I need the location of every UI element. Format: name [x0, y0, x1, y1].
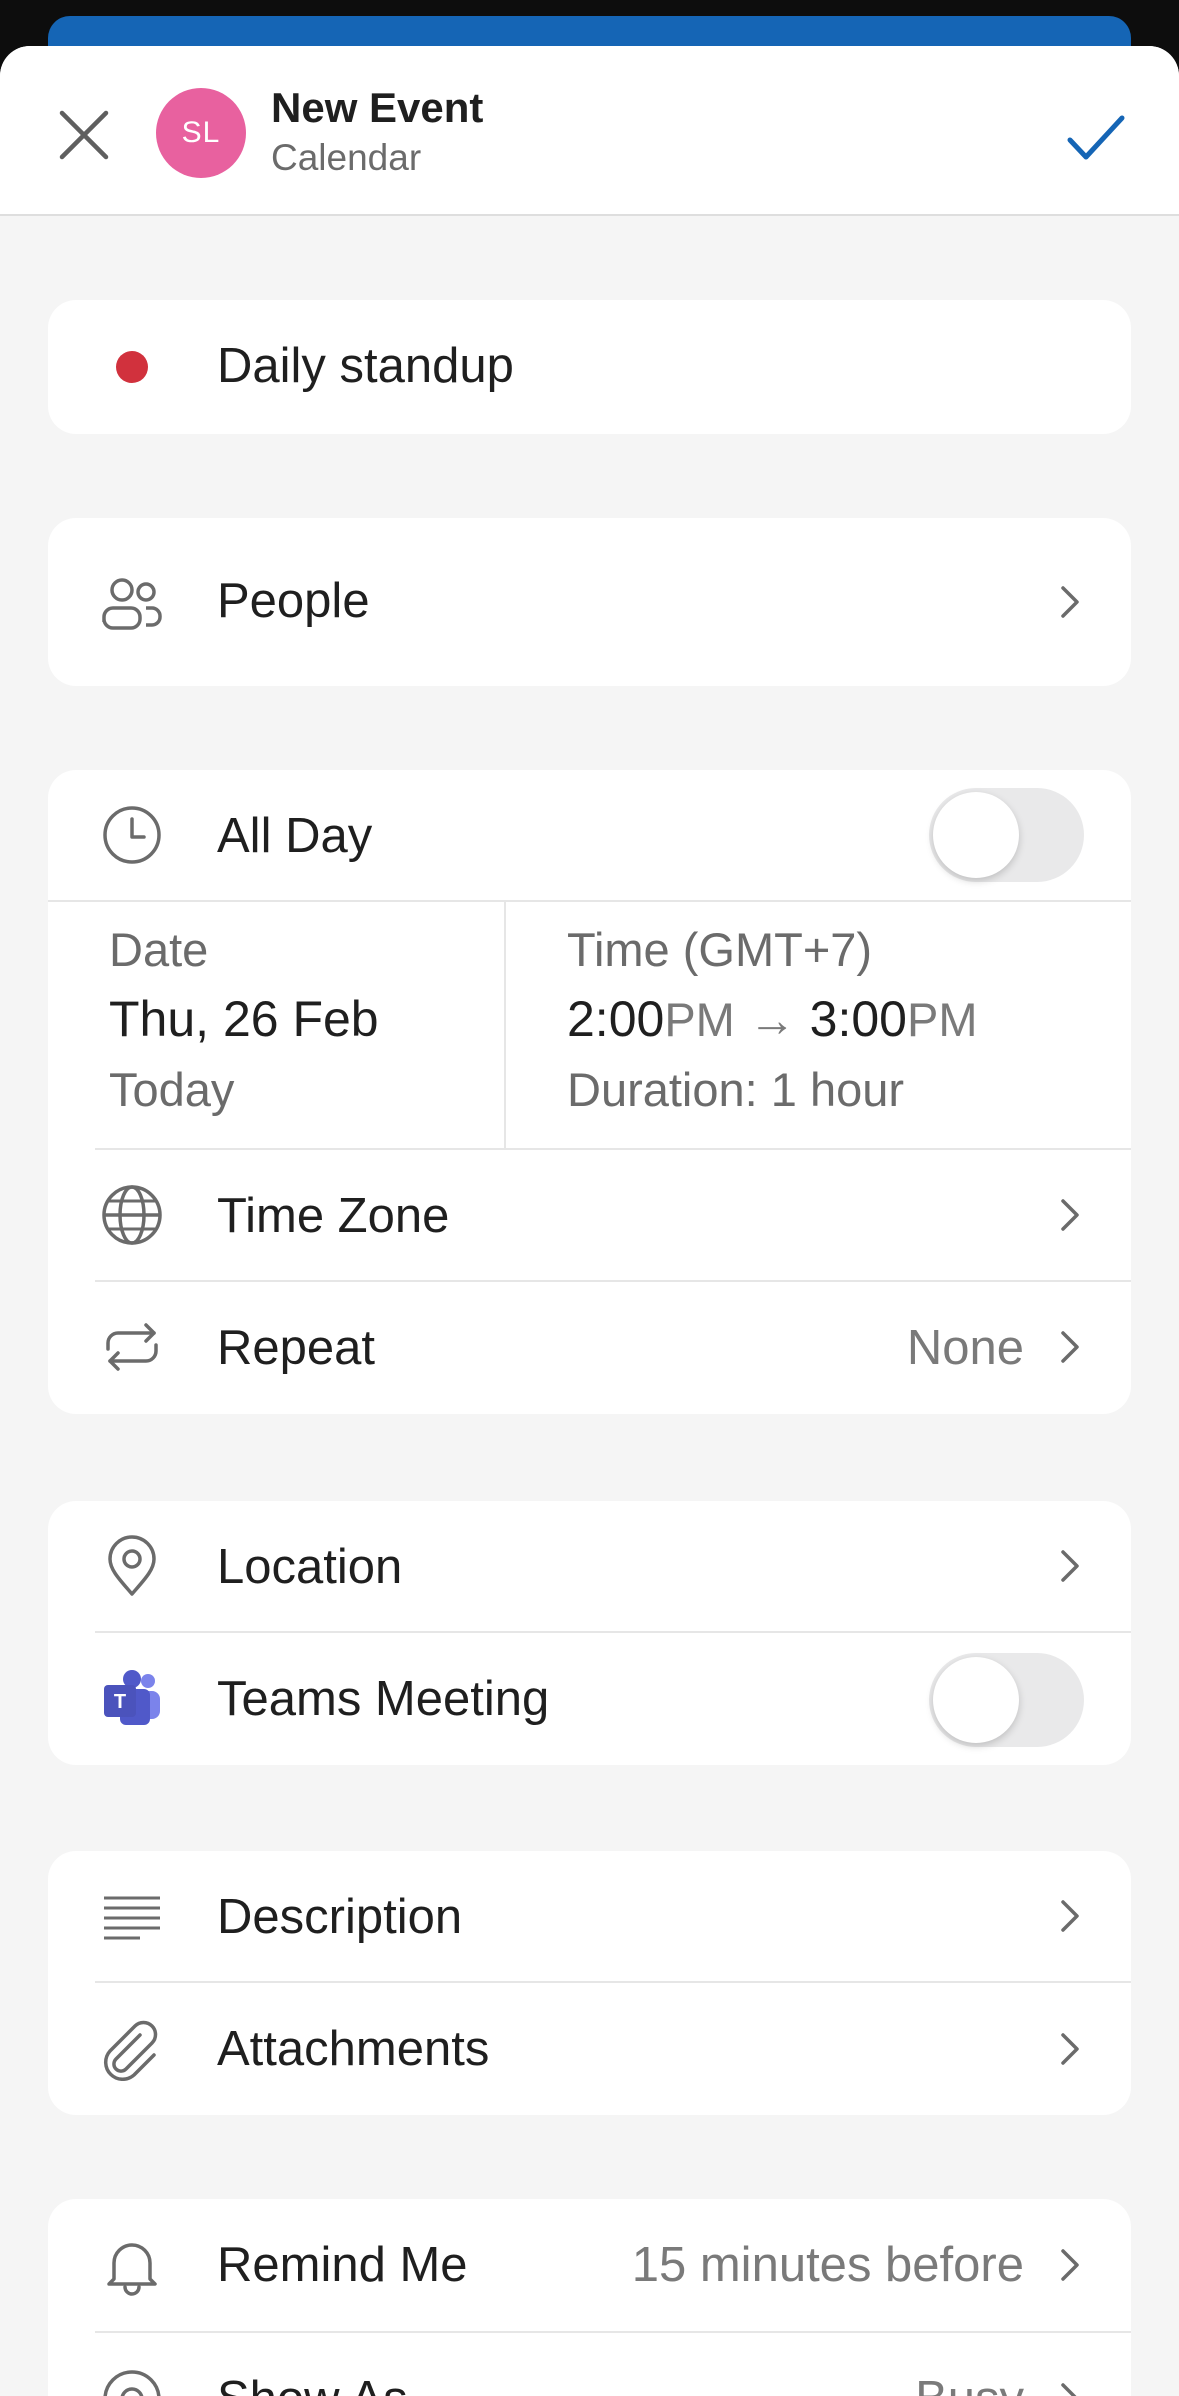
description-label: Description [217, 1890, 463, 1944]
time-zone-row[interactable]: Time Zone [48, 1150, 1131, 1280]
details-card: Description Attachments [48, 1851, 1131, 2115]
all-day-toggle[interactable] [929, 788, 1084, 882]
show-as-value: Busy [915, 2371, 1024, 2396]
start-time: 2:00 [567, 991, 665, 1047]
location-row[interactable]: Location [48, 1501, 1131, 1631]
chevron-right-icon [1061, 1900, 1079, 1932]
teams-meeting-row: T Teams Meeting [48, 1633, 1131, 1765]
time-label: Time (GMT+7) [567, 923, 873, 976]
toggle-knob [933, 1657, 1019, 1743]
event-title-input[interactable]: Daily standup [217, 338, 514, 394]
divider [504, 900, 506, 1148]
location-pin-icon [108, 1535, 156, 1596]
teams-meeting-toggle[interactable] [929, 1653, 1084, 1747]
svg-text:T: T [114, 1691, 126, 1713]
repeat-value: None [906, 1321, 1024, 1375]
attachments-row[interactable]: Attachments [48, 1983, 1131, 2115]
remind-me-row[interactable]: Remind Me 15 minutes before [48, 2199, 1131, 2331]
chevron-right-icon [1061, 586, 1079, 618]
time-range: 2:00PM → 3:00PM [567, 990, 977, 1048]
chevron-right-icon [1061, 2033, 1079, 2065]
close-icon [59, 110, 109, 160]
show-as-label: Show As [217, 2371, 408, 2396]
bell-icon [107, 2243, 157, 2296]
teams-icon: T [104, 1670, 160, 1725]
arrow-right-icon: → [748, 993, 796, 1046]
new-event-sheet: SL New Event Calendar Daily standup Peop… [0, 46, 1179, 2396]
all-day-row: All Day [48, 770, 1131, 900]
checkmark-icon [1067, 115, 1125, 160]
close-button[interactable] [50, 101, 118, 169]
people-icon [102, 578, 162, 630]
chevron-right-icon [1061, 1199, 1079, 1231]
end-ampm: PM [906, 993, 978, 1046]
description-icon [104, 1896, 160, 1940]
chevron-right-icon [1061, 1550, 1079, 1582]
attachments-label: Attachments [217, 2022, 490, 2076]
chevron-right-icon [1061, 2383, 1077, 2396]
show-as-row[interactable]: Show As Busy [48, 2333, 1131, 2396]
date-value: Thu, 26 Feb [109, 991, 379, 1047]
clock-icon [103, 806, 161, 864]
calendar-name: Calendar [271, 137, 422, 178]
time-zone-label: Time Zone [217, 1189, 450, 1243]
end-time: 3:00 [809, 991, 907, 1047]
repeat-label: Repeat [217, 1321, 376, 1375]
alerts-card: Remind Me 15 minutes before Show As Busy [48, 2199, 1131, 2396]
people-row[interactable]: People [48, 518, 1131, 686]
people-card: People [48, 518, 1131, 686]
save-button[interactable] [1060, 102, 1130, 172]
page-title: New Event [271, 84, 484, 131]
date-label: Date [109, 923, 209, 976]
all-day-label: All Day [217, 809, 373, 863]
date-relative: Today [109, 1063, 235, 1116]
remind-me-label: Remind Me [217, 2238, 468, 2292]
duration: Duration: 1 hour [567, 1063, 905, 1116]
teams-meeting-label: Teams Meeting [217, 1672, 550, 1726]
event-color-dot[interactable] [116, 351, 148, 383]
remind-me-value: 15 minutes before [631, 2238, 1024, 2292]
avatar: SL [156, 88, 246, 178]
globe-icon [102, 1185, 162, 1245]
repeat-icon [106, 1323, 158, 1371]
toggle-knob [933, 792, 1019, 878]
start-ampm: PM [664, 993, 735, 1046]
divider [48, 900, 1131, 902]
chevron-right-icon [1061, 1331, 1079, 1363]
event-title-card: Daily standup [48, 300, 1131, 434]
chevron-right-icon [1061, 2249, 1079, 2281]
location-card: Location T Teams Meeting [48, 1501, 1131, 1765]
status-icon [103, 2370, 161, 2396]
sheet-header: SL New Event Calendar [0, 46, 1179, 216]
schedule-card: All Day Date Thu, 26 Feb Today Time (GMT… [48, 770, 1131, 1414]
people-label: People [217, 574, 370, 628]
repeat-row[interactable]: Repeat None [48, 1282, 1131, 1414]
paperclip-icon [104, 2020, 158, 2081]
location-label: Location [217, 1540, 403, 1594]
description-row[interactable]: Description [48, 1851, 1131, 1981]
